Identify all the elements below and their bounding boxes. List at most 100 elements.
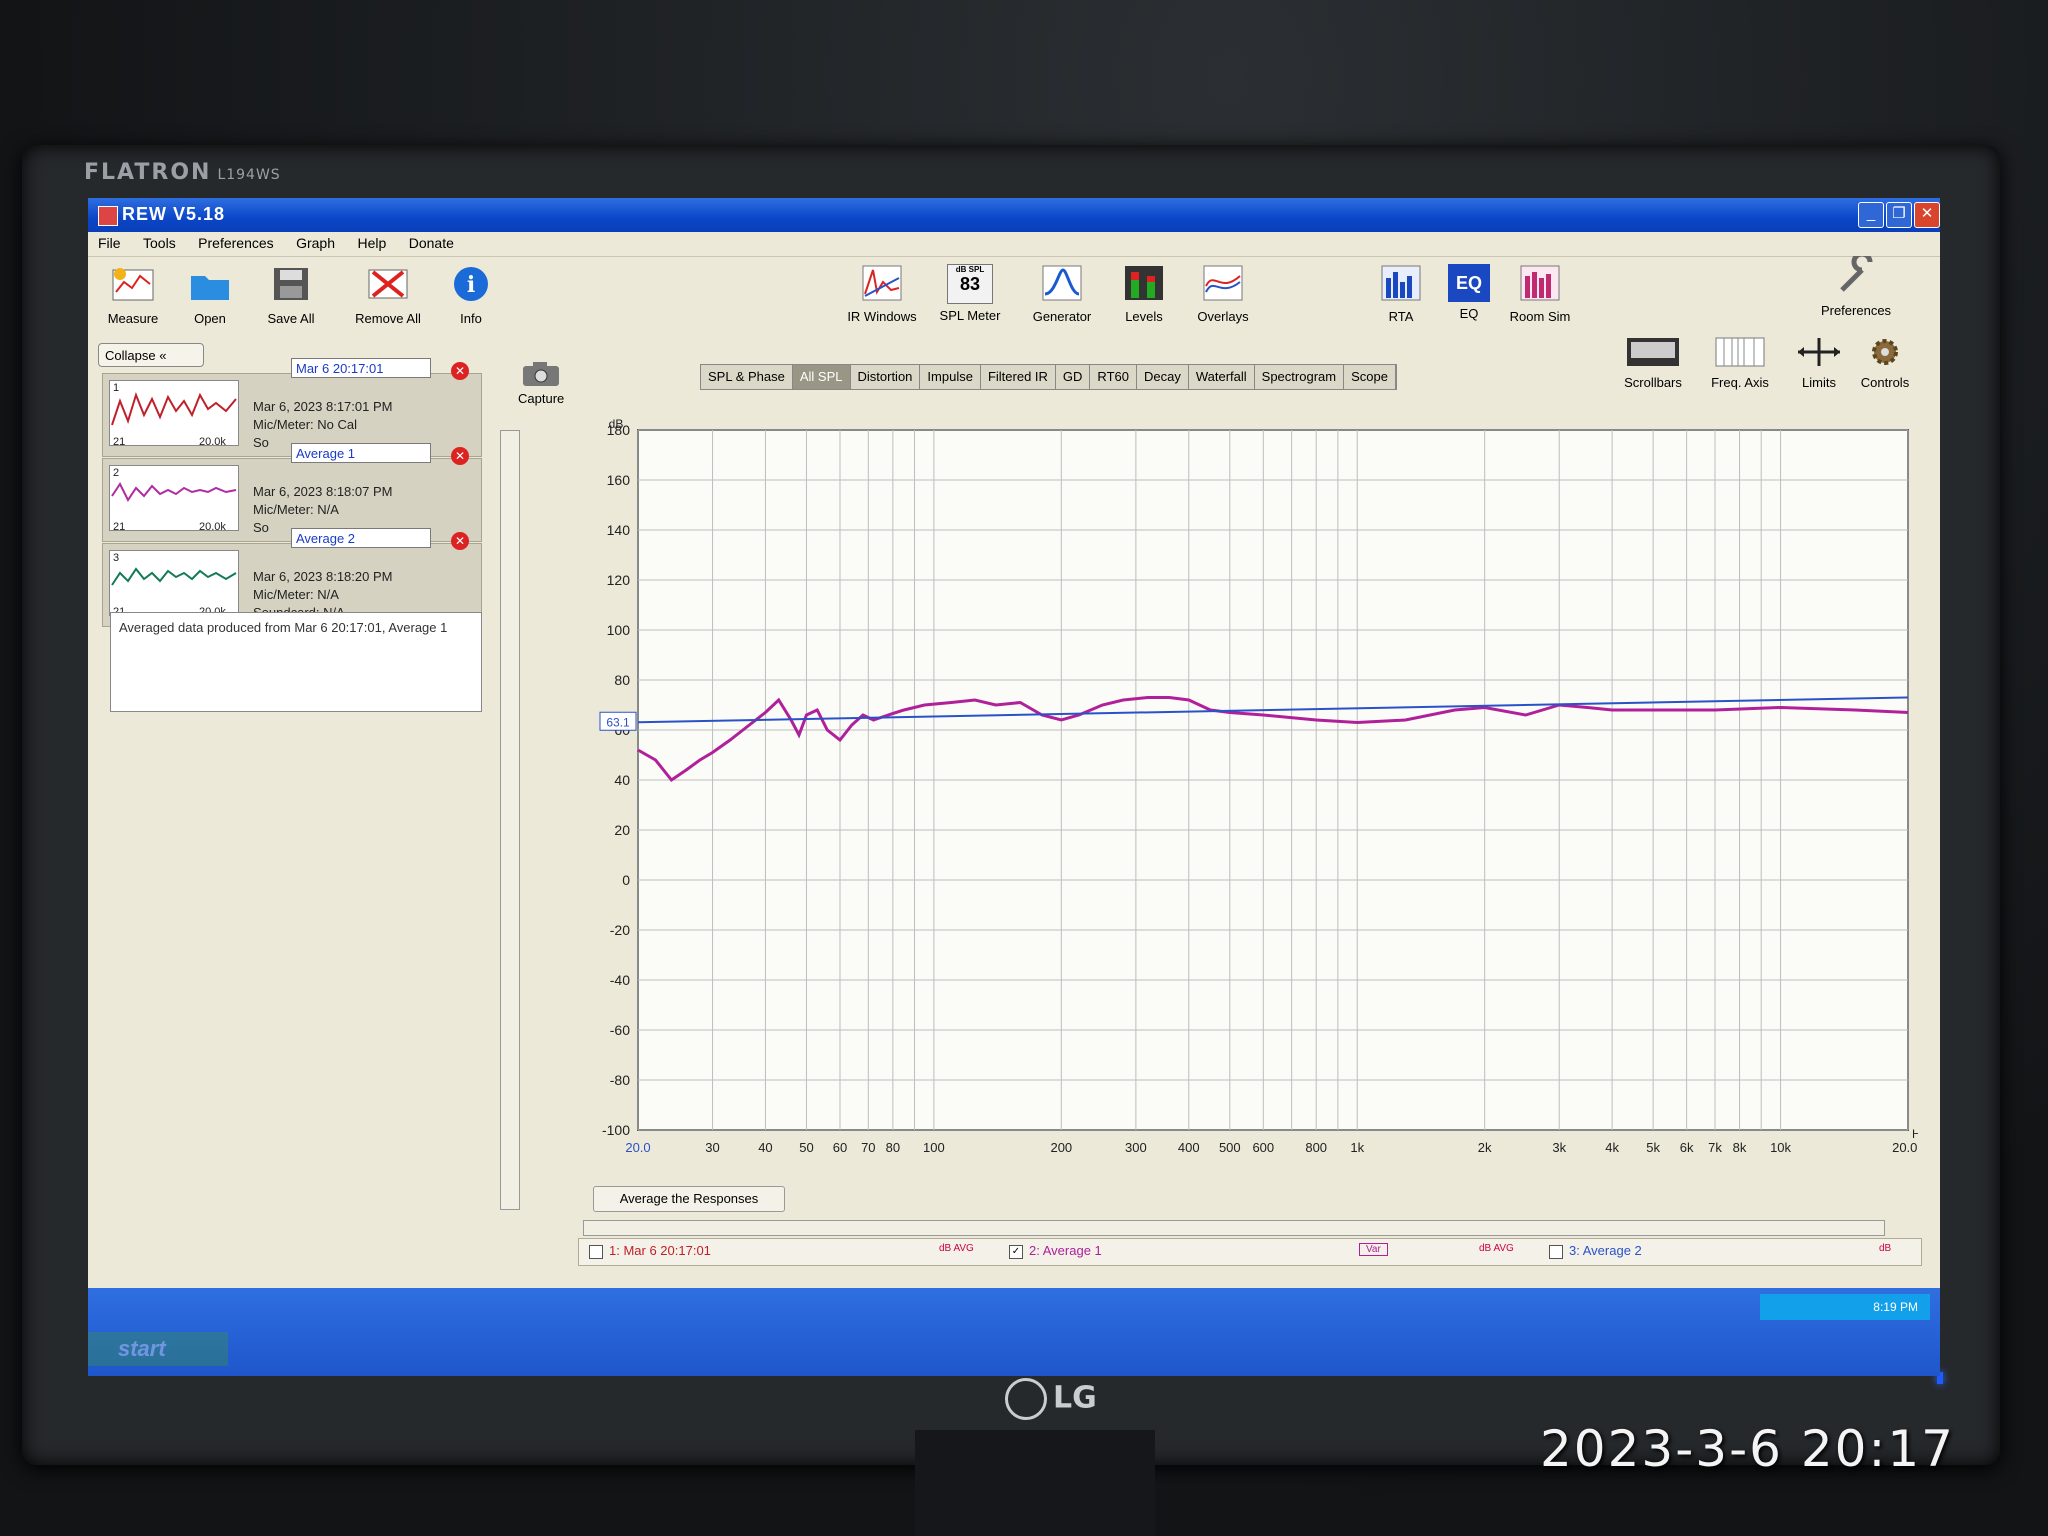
controls-gear-icon <box>1872 339 1898 365</box>
save-all-button[interactable]: Save All <box>256 264 326 326</box>
menu-help[interactable]: Help <box>357 232 386 251</box>
y-tick-label: 120 <box>607 572 631 588</box>
controls-button[interactable]: Controls <box>1850 336 1920 390</box>
delete-measurement-1-icon[interactable]: ✕ <box>451 362 469 380</box>
graph-horizontal-scrollbar[interactable] <box>583 1220 1885 1236</box>
remove-all-button[interactable]: Remove All <box>343 264 433 326</box>
tab-scope[interactable]: Scope <box>1344 365 1396 389</box>
x-tick-label: 30 <box>705 1140 719 1155</box>
levels-icon <box>1125 266 1163 300</box>
scrollbars-button[interactable]: Scrollbars <box>1608 336 1698 390</box>
close-button[interactable]: ✕ <box>1914 202 1940 228</box>
freq-axis-button[interactable]: Freq. Axis <box>1700 336 1780 390</box>
legend-tag-2[interactable]: Var <box>1359 1243 1388 1256</box>
rta-button[interactable]: RTA <box>1376 264 1426 324</box>
legend-item-1[interactable]: 1: Mar 6 20:17:01 <box>589 1243 711 1259</box>
y-axis-label: dB <box>609 417 624 431</box>
rta-icon <box>1381 265 1421 301</box>
room-sim-button[interactable]: Room Sim <box>1502 264 1578 324</box>
menu-donate[interactable]: Donate <box>409 232 454 251</box>
spl-graph[interactable]: 180160140120100806040200-20-40-60-80-100… <box>578 416 1918 1206</box>
preferences-button[interactable]: Preferences <box>1806 251 1906 318</box>
measure-button[interactable]: Measure <box>98 264 168 326</box>
info-button[interactable]: i Info <box>446 264 496 326</box>
title-bar: REW V5.18 _ ❐ ✕ <box>88 198 1940 232</box>
ir-windows-icon <box>862 265 902 301</box>
y-tick-label: -60 <box>610 1022 630 1038</box>
x-tick-label: 50 <box>799 1140 813 1155</box>
start-button[interactable]: start <box>88 1332 228 1366</box>
x-tick-label: 1k <box>1350 1140 1364 1155</box>
measurement-3-name[interactable]: Average 2 <box>291 528 431 548</box>
tab-gd[interactable]: GD <box>1056 365 1091 389</box>
y-tick-label: 80 <box>614 672 630 688</box>
overlays-button[interactable]: Overlays <box>1188 264 1258 324</box>
x-axis-label: Hz <box>1912 1127 1918 1141</box>
delete-measurement-3-icon[interactable]: ✕ <box>451 532 469 550</box>
open-button[interactable]: Open <box>180 264 240 326</box>
minimize-button[interactable]: _ <box>1858 202 1884 228</box>
x-tick-label: 2k <box>1478 1140 1492 1155</box>
average-responses-button[interactable]: Average the Responses <box>593 1186 785 1212</box>
scrollbars-icon <box>1627 338 1679 366</box>
legend-checkbox-2[interactable]: ✓ <box>1009 1244 1023 1259</box>
y-tick-label: -100 <box>602 1122 630 1138</box>
generator-icon <box>1042 265 1082 301</box>
levels-button[interactable]: Levels <box>1116 264 1172 324</box>
clock[interactable]: 8:19 PM <box>1873 1300 1918 1314</box>
rew-app-icon <box>98 206 118 226</box>
measurement-notes[interactable]: Averaged data produced from Mar 6 20:17:… <box>110 612 482 712</box>
limits-icon <box>1798 338 1840 366</box>
legend-checkbox-3[interactable] <box>1549 1244 1563 1259</box>
spl-meter-icon: dB SPL 83 <box>947 264 993 304</box>
legend-item-3[interactable]: 3: Average 2 <box>1549 1243 1642 1259</box>
collapse-button[interactable]: Collapse « <box>98 343 204 367</box>
legend-item-2[interactable]: ✓ 2: Average 1 <box>1009 1243 1102 1259</box>
x-tick-label: 70 <box>861 1140 875 1155</box>
y-tick-label: 100 <box>607 622 631 638</box>
tab-decay[interactable]: Decay <box>1137 365 1189 389</box>
app-window: REW V5.18 _ ❐ ✕ File Tools Preferences G… <box>88 198 1940 1376</box>
delete-measurement-2-icon[interactable]: ✕ <box>451 447 469 465</box>
wrench-icon <box>1840 251 1873 292</box>
capture-button[interactable]: Capture <box>518 358 564 406</box>
menu-preferences[interactable]: Preferences <box>198 232 273 251</box>
ir-windows-button[interactable]: IR Windows <box>840 264 924 324</box>
measurement-1-name[interactable]: Mar 6 20:17:01 <box>291 358 431 378</box>
tab-spectrogram[interactable]: Spectrogram <box>1255 365 1345 389</box>
tab-impulse[interactable]: Impulse <box>920 365 981 389</box>
overlays-icon <box>1203 265 1243 301</box>
x-tick-label: 40 <box>758 1140 772 1155</box>
x-tick-label: 200 <box>1050 1140 1072 1155</box>
menu-file[interactable]: File <box>98 232 121 251</box>
generator-button[interactable]: Generator <box>1022 264 1102 324</box>
limits-button[interactable]: Limits <box>1784 336 1854 390</box>
freq-axis-icon <box>1715 337 1765 367</box>
x-tick-label: 20.0 <box>625 1140 650 1155</box>
x-tick-label: 400 <box>1178 1140 1200 1155</box>
menu-graph[interactable]: Graph <box>296 232 335 251</box>
x-tick-label: 4k <box>1605 1140 1619 1155</box>
tab-filtered-ir[interactable]: Filtered IR <box>981 365 1056 389</box>
menu-tools[interactable]: Tools <box>143 232 176 251</box>
eq-button[interactable]: EQ EQ <box>1444 264 1494 321</box>
legend-checkbox-1[interactable] <box>589 1244 603 1259</box>
save-all-icon <box>274 268 308 300</box>
x-tick-label: 5k <box>1646 1140 1660 1155</box>
x-tick-label: 8k <box>1733 1140 1747 1155</box>
tab-spl-phase[interactable]: SPL & Phase <box>701 365 793 389</box>
spl-meter-button[interactable]: dB SPL 83 SPL Meter <box>934 264 1006 323</box>
y-tick-label: 140 <box>607 522 631 538</box>
photo-timestamp: 2023-3-6 20:17 <box>1540 1420 1955 1478</box>
measurement-2-name[interactable]: Average 1 <box>291 443 431 463</box>
menu-bar: File Tools Preferences Graph Help Donate <box>88 232 1940 257</box>
photo-scene: FLATRON L194WS LG REW V5.18 _ ❐ ✕ File To… <box>0 0 2048 1536</box>
maximize-button[interactable]: ❐ <box>1886 202 1912 228</box>
tab-waterfall[interactable]: Waterfall <box>1189 365 1255 389</box>
y-marker-label: 63.1 <box>606 715 630 729</box>
graph-vertical-scrollbar[interactable] <box>500 430 520 1210</box>
tab-all-spl[interactable]: All SPL <box>792 365 851 389</box>
tab-distortion[interactable]: Distortion <box>851 365 921 389</box>
tab-rt60[interactable]: RT60 <box>1090 365 1137 389</box>
legend-tag-3: dB AVG <box>1479 1243 1514 1254</box>
